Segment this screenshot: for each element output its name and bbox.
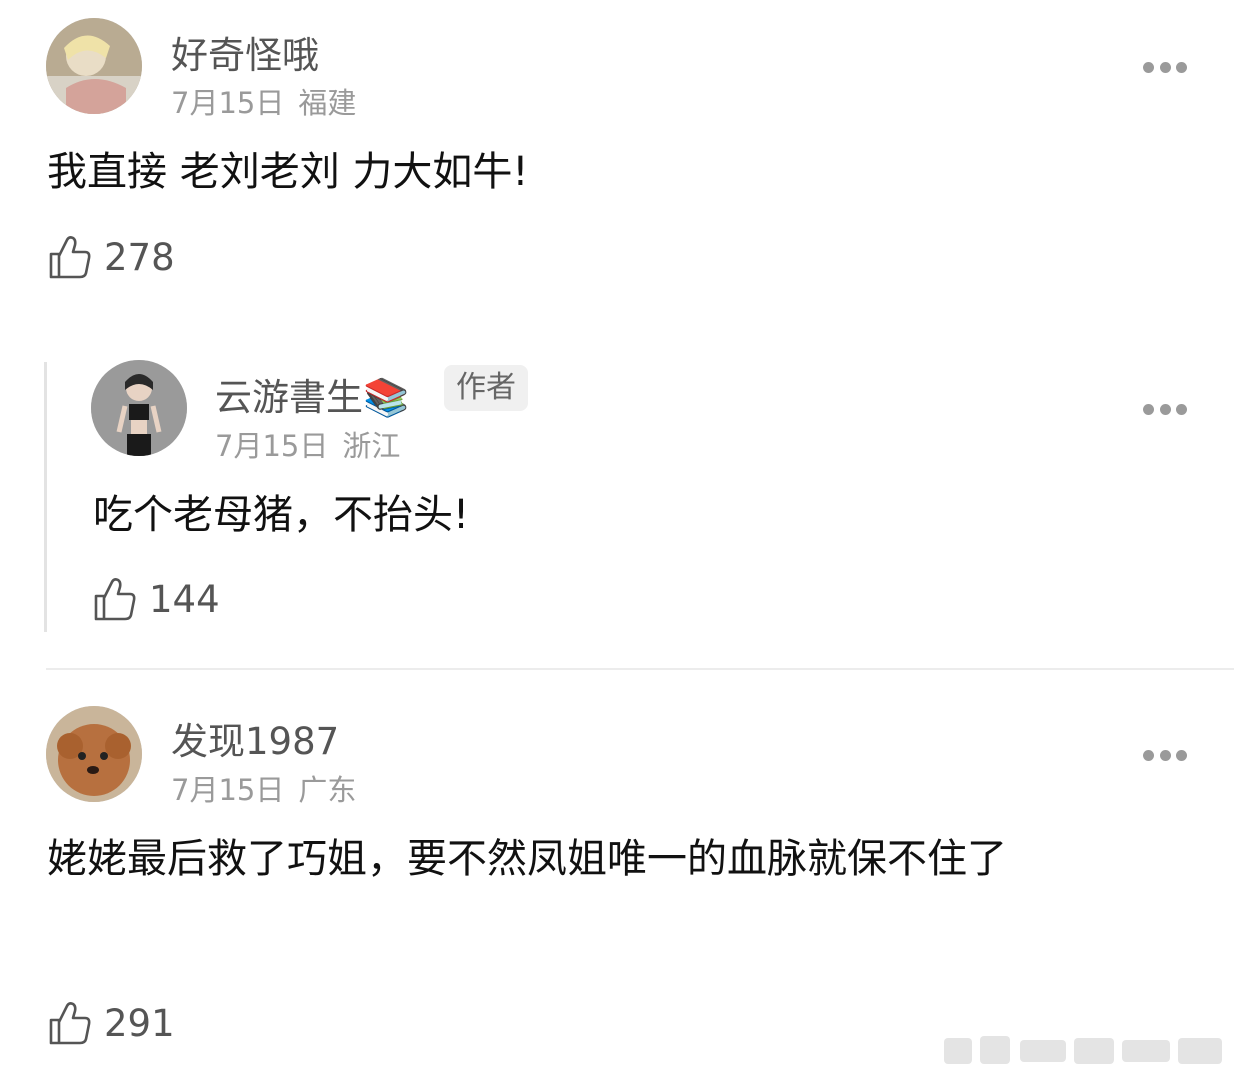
more-dot bbox=[1176, 749, 1187, 761]
comment-text: 姥姥最后救了巧姐，要不然凤姐唯一的血脉就保不住了 bbox=[47, 836, 1007, 882]
more-dot bbox=[1176, 403, 1187, 415]
username[interactable]: 云游書生📚 bbox=[215, 367, 409, 421]
more-dots-icon bbox=[1143, 749, 1154, 761]
comment-location: 广东 bbox=[298, 773, 357, 807]
thumbs-up-icon bbox=[94, 578, 136, 621]
divider bbox=[46, 668, 1234, 670]
comment-text: 吃个老母猪，不抬头! bbox=[93, 492, 470, 538]
comment-meta: 7月15日 福建 bbox=[171, 80, 356, 122]
like-count: 291 bbox=[104, 1001, 175, 1045]
comment-meta: 7月15日 广东 bbox=[171, 767, 356, 809]
more-options-button[interactable] bbox=[1143, 402, 1187, 416]
more-dot bbox=[1159, 749, 1171, 761]
more-dots-icon bbox=[1143, 61, 1154, 73]
comment-item: 好奇怪哦 7月15日 福建 我直接 老刘老刘 力大如牛! 278 bbox=[0, 0, 1234, 320]
like-count: 278 bbox=[104, 235, 175, 279]
comment-meta: 7月15日 浙江 bbox=[215, 423, 400, 465]
more-options-button[interactable] bbox=[1143, 748, 1187, 762]
comment-text: 我直接 老刘老刘 力大如牛! bbox=[47, 149, 529, 195]
watermark-icon bbox=[944, 1036, 1222, 1064]
like-button[interactable]: 278 bbox=[48, 234, 175, 280]
author-badge: 作者 bbox=[444, 365, 528, 411]
thumbs-up-icon bbox=[49, 236, 91, 279]
more-dot bbox=[1159, 403, 1171, 415]
dog-photo-avatar-icon bbox=[46, 706, 142, 802]
thumbs-up-icon bbox=[49, 1002, 91, 1045]
reply-comment-item: 云游書生📚 作者 7月15日 浙江 吃个老母猪，不抬头! 144 bbox=[0, 340, 1234, 660]
avatar[interactable] bbox=[46, 706, 142, 802]
user-photo-avatar-icon bbox=[46, 18, 142, 114]
avatar[interactable] bbox=[91, 360, 187, 456]
comment-location: 浙江 bbox=[342, 429, 401, 463]
more-options-button[interactable] bbox=[1143, 60, 1187, 74]
more-dots-icon bbox=[1143, 403, 1154, 415]
avatar[interactable] bbox=[46, 18, 142, 114]
username[interactable]: 发现1987 bbox=[171, 711, 339, 765]
comment-date: 7月15日 bbox=[171, 773, 285, 807]
comment-location: 福建 bbox=[298, 86, 357, 120]
more-dot bbox=[1176, 61, 1187, 73]
like-count: 144 bbox=[149, 577, 220, 621]
comment-date: 7月15日 bbox=[171, 86, 285, 120]
comment-date: 7月15日 bbox=[215, 429, 329, 463]
like-button[interactable]: 144 bbox=[93, 576, 220, 622]
comment-item: 发现1987 7月15日 广东 姥姥最后救了巧姐，要不然凤姐唯一的血脉就保不住了 … bbox=[0, 688, 1234, 1080]
like-button[interactable]: 291 bbox=[48, 1000, 175, 1046]
user-photo-avatar-icon bbox=[91, 360, 187, 456]
username[interactable]: 好奇怪哦 bbox=[171, 25, 319, 79]
more-dot bbox=[1159, 61, 1171, 73]
